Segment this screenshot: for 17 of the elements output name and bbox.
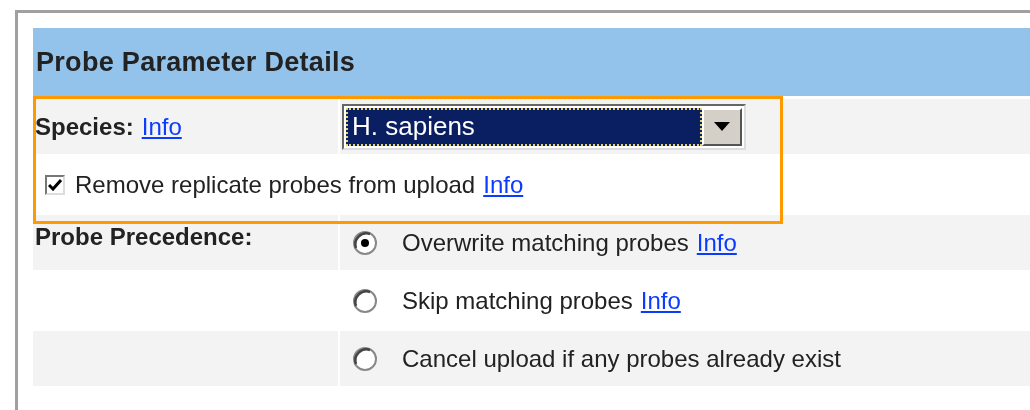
- species-dropdown[interactable]: H. sapiens: [342, 103, 746, 150]
- info-link[interactable]: Info: [483, 170, 524, 199]
- checkbox[interactable]: [45, 174, 65, 195]
- option-label: Cancel upload if any probes already exist: [402, 344, 841, 373]
- info-link[interactable]: Info: [696, 228, 737, 257]
- dropdown-arrow-icon: [714, 122, 730, 131]
- radio-button[interactable]: [352, 229, 378, 256]
- field-label: Species:: [35, 112, 134, 141]
- option-label: Overwrite matching probes: [402, 228, 689, 257]
- info-link[interactable]: Info: [141, 112, 182, 141]
- field-label: Probe Precedence:: [35, 223, 253, 251]
- checkbox-label: Remove replicate probes from upload: [75, 170, 476, 199]
- section-title: Probe Parameter Details: [36, 46, 356, 78]
- radio-button[interactable]: [352, 345, 378, 372]
- info-link[interactable]: Info: [640, 286, 681, 315]
- radio-button[interactable]: [352, 287, 378, 314]
- option-label: Skip matching probes: [402, 286, 633, 315]
